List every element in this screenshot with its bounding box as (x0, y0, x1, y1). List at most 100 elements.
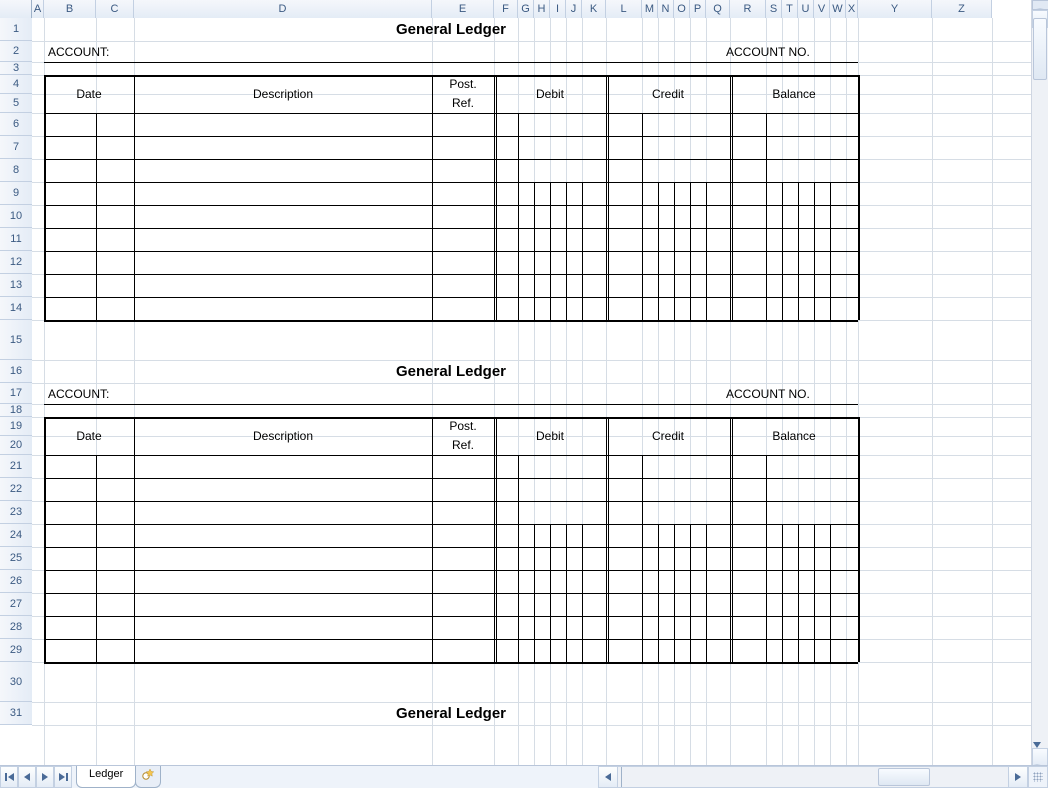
row-header-1[interactable]: 1 (0, 18, 32, 41)
row-header-19[interactable]: 19 (0, 417, 32, 436)
scroll-down-button[interactable] (1032, 748, 1048, 766)
sheet-grid[interactable]: General LedgerACCOUNT:ACCOUNT NO.DateDes… (32, 18, 1032, 766)
scroll-right-button[interactable] (1008, 766, 1028, 788)
col-header-P[interactable]: P (690, 0, 706, 18)
hscroll-track[interactable] (618, 766, 1008, 788)
horizontal-scrollbar[interactable] (598, 766, 1028, 788)
col-header-O[interactable]: O (674, 0, 690, 18)
rule-h (44, 182, 858, 183)
rule-v (658, 182, 659, 320)
row-header-30[interactable]: 30 (0, 662, 32, 702)
rule-v (830, 524, 831, 662)
row-header-17[interactable]: 17 (0, 383, 32, 404)
rule-v (814, 524, 815, 662)
row-header-16[interactable]: 16 (0, 360, 32, 383)
col-header-G[interactable]: G (518, 0, 534, 18)
row-header-28[interactable]: 28 (0, 616, 32, 639)
col-header-C[interactable]: C (96, 0, 134, 18)
row-header-14[interactable]: 14 (0, 297, 32, 320)
row-header-6[interactable]: 6 (0, 113, 32, 136)
header-postref-1: Post. (432, 417, 494, 436)
col-header-B[interactable]: B (44, 0, 96, 18)
chevron-down-icon (1033, 742, 1041, 765)
rule-v (706, 182, 707, 320)
rule-v (814, 182, 815, 320)
col-header-Y[interactable]: Y (858, 0, 932, 18)
col-header-U[interactable]: U (798, 0, 814, 18)
col-header-I[interactable]: I (550, 0, 566, 18)
gripper-icon (1033, 772, 1043, 782)
row-header-10[interactable]: 10 (0, 205, 32, 228)
row-header-18[interactable]: 18 (0, 404, 32, 417)
tab-prev-button[interactable] (18, 766, 36, 788)
row-header-23[interactable]: 23 (0, 501, 32, 524)
header-date: Date (44, 75, 134, 113)
rule-v (674, 524, 675, 662)
row-header-9[interactable]: 9 (0, 182, 32, 205)
row-header-31[interactable]: 31 (0, 702, 32, 725)
col-header-Q[interactable]: Q (706, 0, 730, 18)
row-header-11[interactable]: 11 (0, 228, 32, 251)
col-header-M[interactable]: M (642, 0, 658, 18)
col-header-X[interactable]: X (846, 0, 858, 18)
col-header-F[interactable]: F (494, 0, 518, 18)
rule-h (44, 274, 858, 275)
col-header-W[interactable]: W (830, 0, 846, 18)
col-header-V[interactable]: V (814, 0, 830, 18)
vscroll-thumb[interactable] (1033, 18, 1047, 80)
row-header-4[interactable]: 4 (0, 75, 32, 94)
rule-v (582, 182, 583, 320)
sheet-tabs: Ledger (72, 766, 160, 788)
select-all-corner[interactable] (0, 0, 32, 18)
col-header-S[interactable]: S (766, 0, 782, 18)
row-header-25[interactable]: 25 (0, 547, 32, 570)
col-header-T[interactable]: T (782, 0, 798, 18)
row-header-5[interactable]: 5 (0, 94, 32, 113)
rule-v (658, 524, 659, 662)
col-header-R[interactable]: R (730, 0, 766, 18)
rule-v (858, 75, 860, 320)
rule-v (706, 524, 707, 662)
row-header-20[interactable]: 20 (0, 436, 32, 455)
resize-gripper[interactable] (1028, 766, 1048, 788)
col-header-N[interactable]: N (658, 0, 674, 18)
rule-h (44, 593, 858, 594)
rule-v (550, 182, 551, 320)
header-date: Date (44, 417, 134, 455)
row-header-21[interactable]: 21 (0, 455, 32, 478)
row-header-3[interactable]: 3 (0, 62, 32, 75)
chevron-left-icon (605, 773, 611, 781)
tab-new[interactable] (135, 766, 161, 788)
col-header-A[interactable]: A (32, 0, 44, 18)
row-header-2[interactable]: 2 (0, 41, 32, 62)
row-header-24[interactable]: 24 (0, 524, 32, 547)
rule-v (96, 113, 97, 320)
hscroll-thumb[interactable] (878, 768, 930, 786)
row-header-13[interactable]: 13 (0, 274, 32, 297)
rule-h (44, 228, 858, 229)
row-header-27[interactable]: 27 (0, 593, 32, 616)
rule-v (96, 455, 97, 662)
col-header-J[interactable]: J (566, 0, 582, 18)
rule-h (44, 524, 858, 525)
row-header-26[interactable]: 26 (0, 570, 32, 593)
row-header-22[interactable]: 22 (0, 478, 32, 501)
col-header-E[interactable]: E (432, 0, 494, 18)
row-header-12[interactable]: 12 (0, 251, 32, 274)
row-header-8[interactable]: 8 (0, 159, 32, 182)
col-header-H[interactable]: H (534, 0, 550, 18)
row-header-29[interactable]: 29 (0, 639, 32, 662)
row-header-7[interactable]: 7 (0, 136, 32, 159)
vscroll-track[interactable] (1032, 16, 1048, 750)
col-header-D[interactable]: D (134, 0, 432, 18)
tab-ledger[interactable]: Ledger (76, 766, 136, 788)
scroll-left-button[interactable] (598, 766, 618, 788)
vertical-scrollbar[interactable] (1031, 0, 1048, 766)
tab-next-button[interactable] (36, 766, 54, 788)
col-header-Z[interactable]: Z (932, 0, 992, 18)
row-header-15[interactable]: 15 (0, 320, 32, 360)
tab-first-button[interactable] (0, 766, 18, 788)
tab-last-button[interactable] (54, 766, 72, 788)
col-header-L[interactable]: L (606, 0, 642, 18)
col-header-K[interactable]: K (582, 0, 606, 18)
